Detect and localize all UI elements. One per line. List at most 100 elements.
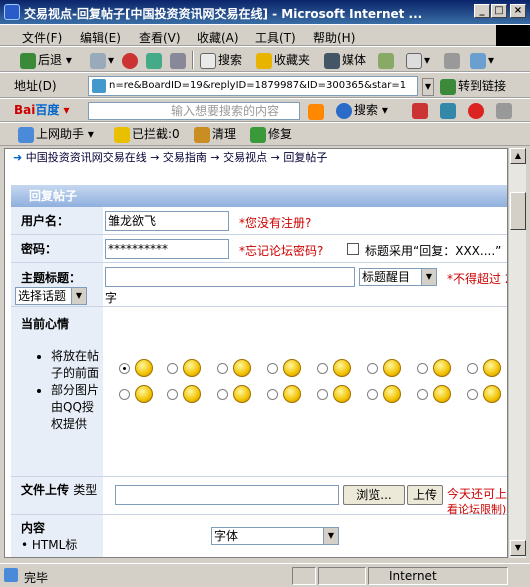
image-icon[interactable] [440,100,458,120]
mood-radio[interactable] [467,389,478,400]
go-button[interactable]: 转到 [424,76,482,96]
menu-favorites[interactable]: 收藏(A) [197,29,239,46]
rss-icon[interactable] [308,101,326,121]
refresh-icon [146,52,162,69]
menu-tools[interactable]: 工具(T) [255,29,296,46]
page-icon [92,79,106,93]
mood-radio[interactable] [417,389,428,400]
stop-icon [122,52,138,69]
mood-radio[interactable] [217,363,228,374]
print-icon [444,52,460,69]
back-icon [20,52,36,69]
back-button[interactable]: 后退 ▾ [20,50,72,70]
emoticon-icon [283,359,301,377]
vertical-scrollbar[interactable]: ▲ ▼ [508,148,526,558]
baidu-search-button[interactable]: 搜索 ▾ [336,100,388,120]
history-button[interactable] [378,50,396,70]
username-input[interactable]: 雏龙欲飞 [105,211,229,231]
emoticon-icon [483,359,501,377]
mood-radio[interactable] [119,389,130,400]
subject-row: 主题标题： 选择话题 ▼ 标题醒目 ▼ *不得超过 2 字 [11,263,507,307]
address-input[interactable]: n=re&BoardID=19&replyID=1879987&ID=30036… [88,76,418,96]
mood-radio[interactable] [119,363,130,374]
mood-radio[interactable] [167,389,178,400]
font-select[interactable]: 字体 ▼ [211,527,339,545]
register-link[interactable]: *您没有注册? [239,214,311,231]
baidu-search-input[interactable]: 输入想要搜索的内容 [88,102,300,120]
emoticon-icon [433,359,451,377]
search-button[interactable]: 搜索 [200,50,242,70]
emoticon-icon [333,385,351,403]
scroll-thumb[interactable] [510,192,526,230]
blocked-counter[interactable]: 已拦截:0 [114,124,180,144]
scroll-down-button[interactable]: ▼ [510,540,526,556]
forward-icon [90,52,106,69]
mood-radio[interactable] [317,363,328,374]
mood-radio[interactable] [267,389,278,400]
news-icon[interactable] [412,100,430,120]
minimize-button[interactable]: _ [474,4,490,18]
status-bar: 完毕 Internet [0,563,530,587]
repair-button[interactable]: 修复 [250,124,292,144]
mail-button[interactable]: ▾ [406,50,430,70]
mood-radio[interactable] [317,389,328,400]
links-button[interactable]: 链接 [482,76,506,96]
mood-radio[interactable] [367,363,378,374]
edit-icon [470,52,486,69]
upload-button[interactable]: 上传 [407,485,443,505]
password-input[interactable]: ********** [105,239,229,259]
menu-view[interactable]: 查看(V) [139,29,181,46]
password-row: 密码： ********** *忘记论坛密码? 标题采用“回复：XXX....” [11,235,507,263]
menu-file[interactable]: 文件(F) [22,29,62,46]
content-label: 内容 • HTML标 [11,515,103,557]
forgot-password-link[interactable]: *忘记论坛密码? [239,242,323,259]
status-text: 完毕 [24,571,49,585]
refresh-button[interactable] [146,50,164,70]
more-icon[interactable] [496,100,514,120]
chevron-down-icon: ▼ [421,269,436,285]
mood-radio[interactable] [417,363,428,374]
favorites-icon [256,52,272,69]
edit-button[interactable]: ▾ [470,50,494,70]
menu-edit[interactable]: 编辑(E) [80,29,121,46]
forward-button[interactable]: ▾ [90,50,114,70]
mood-row: 当前心情 将放在帖子的前面 部分图片由QQ授权提供 [11,307,507,477]
menu-help[interactable]: 帮助(H) [313,29,355,46]
mood-radio[interactable] [267,363,278,374]
mail-icon [406,52,422,69]
maximize-button[interactable]: □ [491,4,507,18]
scroll-up-button[interactable]: ▲ [510,148,526,164]
username-row: 用户名： 雏龙欲飞 *您没有注册? [11,207,507,235]
helper-button[interactable]: 上网助手 ▾ [18,124,94,144]
subject-input[interactable] [105,267,355,287]
browse-button[interactable]: 浏览... [343,485,405,505]
windows-logo-icon [496,25,530,47]
mood-radio[interactable] [467,363,478,374]
upload-file-input[interactable] [115,485,339,505]
qq-icon[interactable] [468,100,486,120]
broom-icon [194,126,210,143]
window-title: 交易视点-回复帖子[中国投资资讯网交易在线] - Microsoft Inter… [24,7,423,21]
stop-button[interactable] [122,50,140,70]
emoticon-icon [383,385,401,403]
baidu-logo[interactable]: Bai百度 ▾ [14,100,70,120]
favorites-button[interactable]: 收藏夹 [256,50,310,70]
clean-button[interactable]: 清理 [194,124,236,144]
title-bar: 交易视点-回复帖子[中国投资资讯网交易在线] - Microsoft Inter… [0,0,530,24]
emoticon-icon [333,359,351,377]
length-limit-tail: 字 [105,291,118,305]
media-button[interactable]: 媒体 [324,50,366,70]
home-button[interactable] [170,50,188,70]
print-button[interactable] [444,50,462,70]
close-button[interactable]: × [510,4,526,18]
emoticon-icon [183,385,201,403]
mood-note: 部分图片由QQ授权提供 [51,381,103,432]
topic-select[interactable]: 选择话题 ▼ [15,287,87,305]
highlight-select[interactable]: 标题醒目 ▼ [359,268,437,286]
address-label: 地址(D) [14,79,57,93]
quote-title-checkbox[interactable] [347,243,359,255]
mood-radio[interactable] [217,389,228,400]
baidu-toolbar: Bai百度 ▾ 输入想要搜索的内容 搜索 ▾ [0,98,530,122]
mood-radio[interactable] [167,363,178,374]
mood-radio[interactable] [367,389,378,400]
